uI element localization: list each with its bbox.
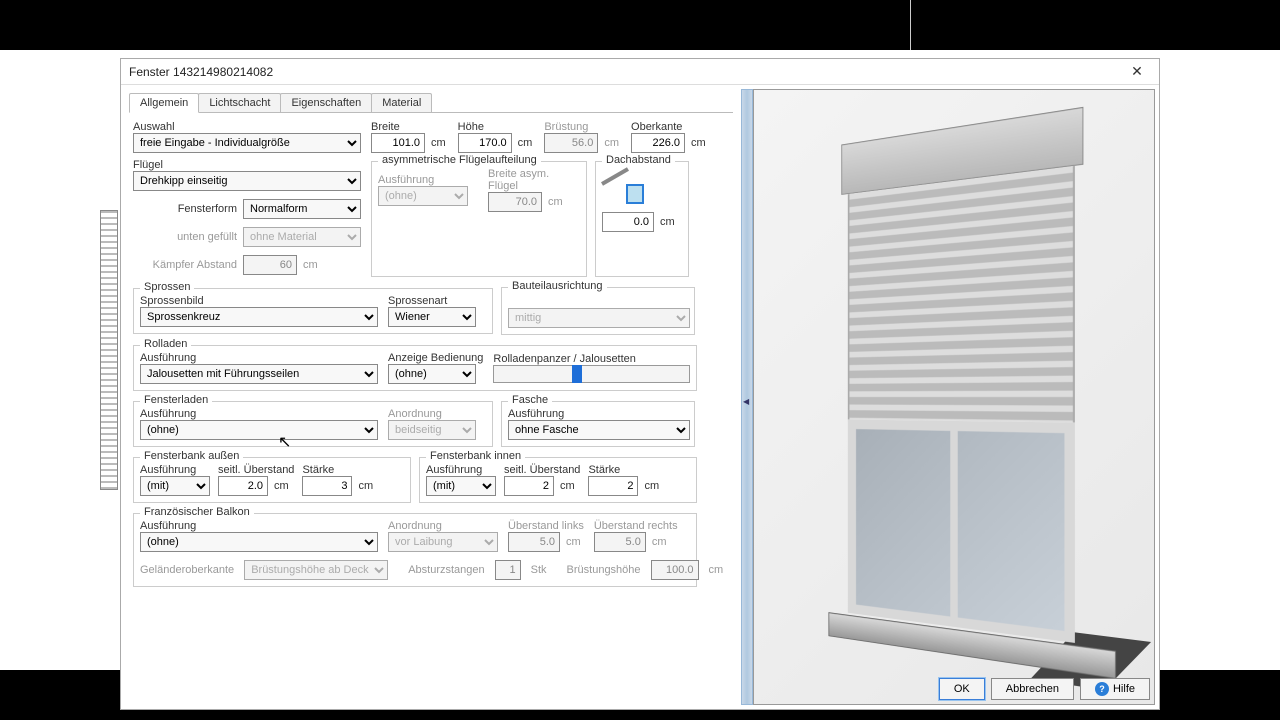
fasche-title: Fasche xyxy=(508,394,552,406)
fensterform-label: Fensterform xyxy=(133,203,237,215)
fladen-ausf-label: Ausführung xyxy=(140,408,378,420)
untengefuellt-select: ohne Material xyxy=(243,227,361,247)
asym-title: asymmetrische Flügelaufteilung xyxy=(378,154,541,166)
bauteil-select: mittig xyxy=(508,308,690,328)
dachabstand-title: Dachabstand xyxy=(602,154,675,166)
franz-anordnung-select: vor Laibung xyxy=(388,532,498,552)
fb-a-seitl-input[interactable] xyxy=(218,476,268,496)
untengefuellt-label: unten gefüllt xyxy=(133,231,237,243)
titlebar: Fenster 143214980214082 ✕ xyxy=(121,59,1159,85)
roll-ausf-select[interactable]: Jalousetten mit Führungsseilen xyxy=(140,364,378,384)
rollpanzer-label: Rolladenpanzer / Jalousetten xyxy=(493,353,690,365)
sprossenbild-label: Sprossenbild xyxy=(140,295,378,307)
tab-allgemein[interactable]: Allgemein xyxy=(129,93,199,113)
help-button[interactable]: ?Hilfe xyxy=(1080,678,1150,700)
asym-ausf-select: (ohne) xyxy=(378,186,468,206)
tab-eigenschaften[interactable]: Eigenschaften xyxy=(280,93,372,112)
roll-ausf-label: Ausführung xyxy=(140,352,378,364)
franz-title: Französischer Balkon xyxy=(140,506,254,518)
preview-3d[interactable]: OK Abbrechen ?Hilfe xyxy=(753,89,1155,705)
fb-i-seitl-input[interactable] xyxy=(504,476,554,496)
ueber-rechts-input xyxy=(594,532,646,552)
gelaender-select: Brüstungshöhe ab Decke xyxy=(244,560,388,580)
tab-lichtschacht[interactable]: Lichtschacht xyxy=(198,93,281,112)
roll-anzeige-select[interactable]: (ohne) xyxy=(388,364,476,384)
fb-aussen-title: Fensterbank außen xyxy=(140,450,243,462)
sprossenart-label: Sprossenart xyxy=(388,295,476,307)
dachabstand-input[interactable] xyxy=(602,212,654,232)
sprossenbild-select[interactable]: Sprossenkreuz xyxy=(140,307,378,327)
auswahl-select[interactable]: freie Eingabe - Individualgröße xyxy=(133,133,361,153)
oberkante-label: Oberkante xyxy=(631,121,706,133)
breite-input[interactable] xyxy=(371,133,425,153)
bruestung-label: Brüstung xyxy=(544,121,619,133)
franz-ausf-select[interactable]: (ohne) xyxy=(140,532,378,552)
hoehe-label: Höhe xyxy=(458,121,533,133)
dialog-title: Fenster 143214980214082 xyxy=(129,65,273,79)
sprossen-title: Sprossen xyxy=(140,281,194,293)
breite-label: Breite xyxy=(371,121,446,133)
ueber-links-input xyxy=(508,532,560,552)
bruesth-input xyxy=(651,560,699,580)
asym-breite-input xyxy=(488,192,542,212)
fb-i-ausf-select[interactable]: (mit) xyxy=(426,476,496,496)
hoehe-input[interactable] xyxy=(458,133,512,153)
asym-breite-label: Breite asym. Flügel xyxy=(488,168,580,192)
bruestung-input xyxy=(544,133,598,153)
fluegel-select[interactable]: Drehkipp einseitig xyxy=(133,171,361,191)
asym-ausf-label: Ausführung xyxy=(378,174,468,186)
tabs: Allgemein Lichtschacht Eigenschaften Mat… xyxy=(129,93,733,113)
ok-button[interactable]: OK xyxy=(939,678,985,700)
fladen-ausf-select[interactable]: (ohne) xyxy=(140,420,378,440)
help-icon: ? xyxy=(1095,682,1109,696)
kaempfer-label: Kämpfer Abstand xyxy=(133,259,237,271)
fensterform-select[interactable]: Normalform xyxy=(243,199,361,219)
fladen-anordnung-select: beidseitig xyxy=(388,420,476,440)
fluegel-label: Flügel xyxy=(133,159,365,171)
fasche-ausf-select[interactable]: ohne Fasche xyxy=(508,420,690,440)
window-properties-dialog: Fenster 143214980214082 ✕ Allgemein Lich… xyxy=(120,58,1160,710)
roll-anzeige-label: Anzeige Bedienung xyxy=(388,352,483,364)
bauteil-title: Bauteilausrichtung xyxy=(508,280,607,292)
window-3d-model xyxy=(841,107,1083,687)
close-button[interactable]: ✕ xyxy=(1123,62,1151,82)
absturz-input xyxy=(495,560,521,580)
kaempfer-input xyxy=(243,255,297,275)
rollpanzer-slider[interactable] xyxy=(493,365,690,383)
fb-innen-title: Fensterbank innen xyxy=(426,450,525,462)
fensterladen-title: Fensterladen xyxy=(140,394,212,406)
tab-material[interactable]: Material xyxy=(371,93,432,112)
cancel-button[interactable]: Abbrechen xyxy=(991,678,1074,700)
sprossenart-select[interactable]: Wiener xyxy=(388,307,476,327)
auswahl-label: Auswahl xyxy=(133,121,365,133)
rolladen-title: Rolladen xyxy=(140,338,191,350)
splitter[interactable] xyxy=(741,89,753,705)
fasche-ausf-label: Ausführung xyxy=(508,408,688,420)
roof-icon xyxy=(602,168,650,206)
fladen-anordnung-label: Anordnung xyxy=(388,408,476,420)
oberkante-input[interactable] xyxy=(631,133,685,153)
fb-i-staerke-input[interactable] xyxy=(588,476,638,496)
fb-a-staerke-input[interactable] xyxy=(302,476,352,496)
fb-a-ausf-select[interactable]: (mit) xyxy=(140,476,210,496)
